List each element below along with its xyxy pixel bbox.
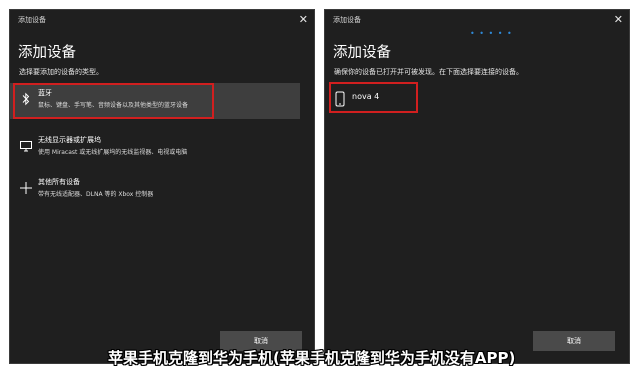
page-title: 添加设备 bbox=[333, 45, 391, 61]
monitor-icon bbox=[19, 139, 33, 153]
highlight-box bbox=[329, 82, 418, 113]
titlebar: 添加设备 ✕ bbox=[10, 10, 314, 32]
close-icon[interactable]: ✕ bbox=[299, 13, 308, 27]
cancel-button[interactable]: 取消 bbox=[533, 331, 615, 351]
subtitle: 选择要添加的设备的类型。 bbox=[19, 68, 103, 76]
window-title: 添加设备 bbox=[18, 16, 46, 24]
option-description: 使用 Miracast 或无线扩展坞的无线监视器、电视或电脑 bbox=[38, 149, 188, 156]
progress-dots: • • • • • bbox=[470, 29, 513, 38]
watermark-caption: 苹果手机克隆到华为手机(苹果手机克隆到华为手机没有APP) bbox=[108, 349, 516, 367]
highlight-box bbox=[13, 83, 214, 119]
titlebar: 添加设备 • • • • • ✕ bbox=[325, 10, 629, 38]
option-title: 其他所有设备 bbox=[38, 178, 80, 186]
option-description: 带有无线适配器、DLNA 等的 Xbox 控制器 bbox=[38, 191, 154, 198]
close-icon[interactable]: ✕ bbox=[614, 13, 623, 27]
plus-icon bbox=[19, 181, 33, 195]
page-title: 添加设备 bbox=[18, 45, 76, 61]
subtitle: 确保你的设备已打开并可被发现。在下面选择要连接的设备。 bbox=[334, 68, 523, 76]
add-device-dialog-left: 添加设备 ✕ 添加设备 选择要添加的设备的类型。 蓝牙 鼠标、键盘、手写笔、音频… bbox=[9, 9, 315, 364]
option-other-devices[interactable]: 其他所有设备 带有无线适配器、DLNA 等的 Xbox 控制器 bbox=[10, 172, 300, 208]
option-title: 无线显示器或扩展坞 bbox=[38, 136, 101, 144]
option-wireless-display[interactable]: 无线显示器或扩展坞 使用 Miracast 或无线扩展坞的无线监视器、电视或电脑 bbox=[10, 130, 300, 166]
add-device-dialog-right: 添加设备 • • • • • ✕ 添加设备 确保你的设备已打开并可被发现。在下面… bbox=[324, 9, 630, 364]
window-title: 添加设备 bbox=[333, 16, 361, 24]
